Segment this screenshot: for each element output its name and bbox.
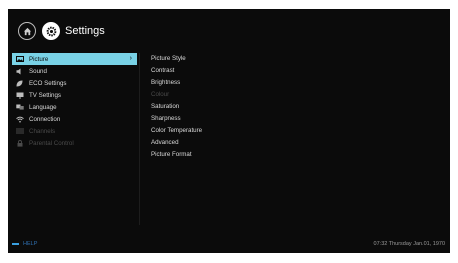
column-divider [139,53,140,225]
submenu-item-brightness[interactable]: Brightness [151,77,291,89]
tv-screen: Settings Picture › Sound ECO Settings TV… [8,9,450,253]
menu-item-picture[interactable]: Picture › [12,53,137,65]
language-icon [15,104,24,111]
menu-item-sound[interactable]: Sound [12,65,137,77]
menu-item-label: Sound [29,67,47,75]
menu-item-label: ECO Settings [29,79,67,87]
menu-item-connection[interactable]: Connection [12,113,137,125]
chevron-right-icon: › [129,55,132,62]
submenu-item-advanced[interactable]: Advanced [151,137,291,149]
settings-button[interactable] [42,22,60,40]
page-title: Settings [65,25,105,37]
header: Settings [18,20,105,42]
menu-item-language[interactable]: Language [12,101,137,113]
picture-submenu: Picture Style Contrast Brightness Colour… [151,53,291,161]
leaf-icon [15,80,24,87]
settings-menu: Picture › Sound ECO Settings TV Settings… [12,53,137,149]
submenu-item-contrast[interactable]: Contrast [151,65,291,77]
menu-item-label: Channels [29,127,56,135]
menu-item-parental-control: Parental Control [12,137,137,149]
home-icon [23,27,31,35]
datetime-display: 07:32 Thursday Jan.01, 1970 [373,241,445,247]
submenu-item-picture-format[interactable]: Picture Format [151,149,291,161]
submenu-item-colour: Colour [151,91,170,98]
lock-icon [15,139,24,147]
menu-item-label: Connection [29,115,61,123]
list-icon [15,128,24,135]
tv-icon [15,92,24,99]
menu-item-tv-settings[interactable]: TV Settings [12,89,137,101]
submenu-item-saturation[interactable]: Saturation [151,101,291,113]
home-button[interactable] [18,22,36,40]
menu-item-label: Picture [29,55,49,63]
submenu-item-sharpness[interactable]: Sharpness [151,113,291,125]
help-label: HELP [23,241,38,247]
menu-item-eco-settings[interactable]: ECO Settings [12,77,137,89]
speaker-icon [15,68,24,75]
menu-item-label: TV Settings [29,91,61,99]
gear-icon [46,26,56,36]
picture-icon [15,56,24,63]
help-hint[interactable]: HELP [12,241,37,247]
submenu-item-color-temperature[interactable]: Color Temperature [151,125,291,137]
wifi-icon [15,116,24,123]
menu-item-channels: Channels [12,125,137,137]
submenu-item-picture-style[interactable]: Picture Style [151,53,291,65]
menu-item-label: Parental Control [29,139,74,147]
blue-key-icon [12,243,19,245]
menu-item-label: Language [29,103,57,111]
